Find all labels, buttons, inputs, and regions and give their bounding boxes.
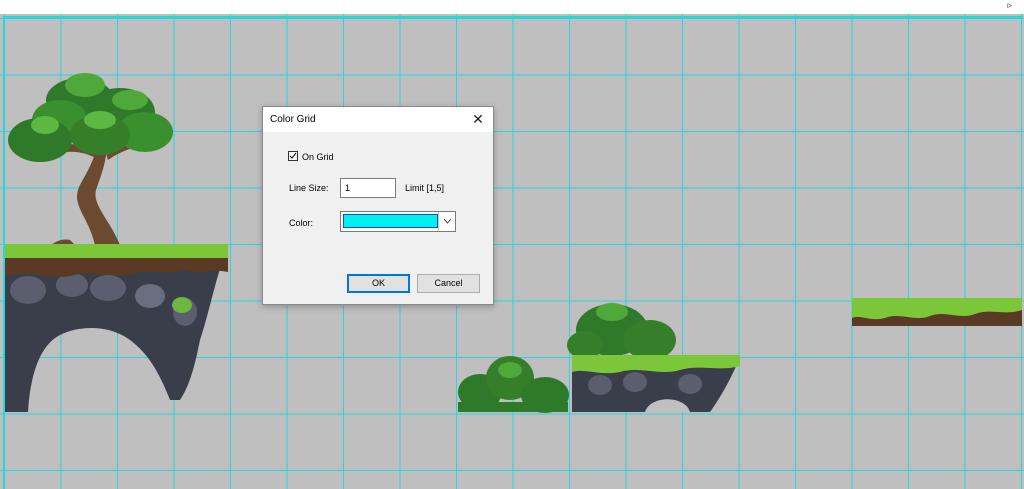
color-grid-dialog: Color Grid ✕ On Grid Line Size: Limit [1…: [262, 106, 494, 305]
line-size-input[interactable]: [340, 178, 396, 198]
dialog-title: Color Grid: [270, 114, 316, 125]
close-icon[interactable]: ✕: [469, 110, 487, 128]
on-grid-checkbox[interactable]: [288, 151, 298, 161]
ok-button[interactable]: OK: [347, 274, 410, 293]
line-size-label: Line Size:: [289, 183, 329, 193]
color-dropdown[interactable]: [340, 211, 456, 232]
cancel-button[interactable]: Cancel: [417, 274, 480, 293]
chevron-down-icon[interactable]: [438, 212, 455, 231]
color-swatch: [343, 214, 438, 228]
check-icon: [289, 152, 297, 159]
tree-sprite: [8, 73, 173, 245]
dialog-title-bar[interactable]: Color Grid ✕: [263, 107, 493, 132]
limit-text: Limit [1,5]: [405, 183, 445, 193]
floating-island-middle: [567, 303, 740, 412]
color-label: Color:: [289, 218, 314, 228]
on-grid-label[interactable]: On Grid: [302, 152, 334, 162]
tileset-artwork: [5, 73, 1022, 413]
grass-strip-right: [852, 298, 1022, 326]
bush-sprite: [458, 356, 569, 413]
floating-island-left: [5, 244, 228, 412]
